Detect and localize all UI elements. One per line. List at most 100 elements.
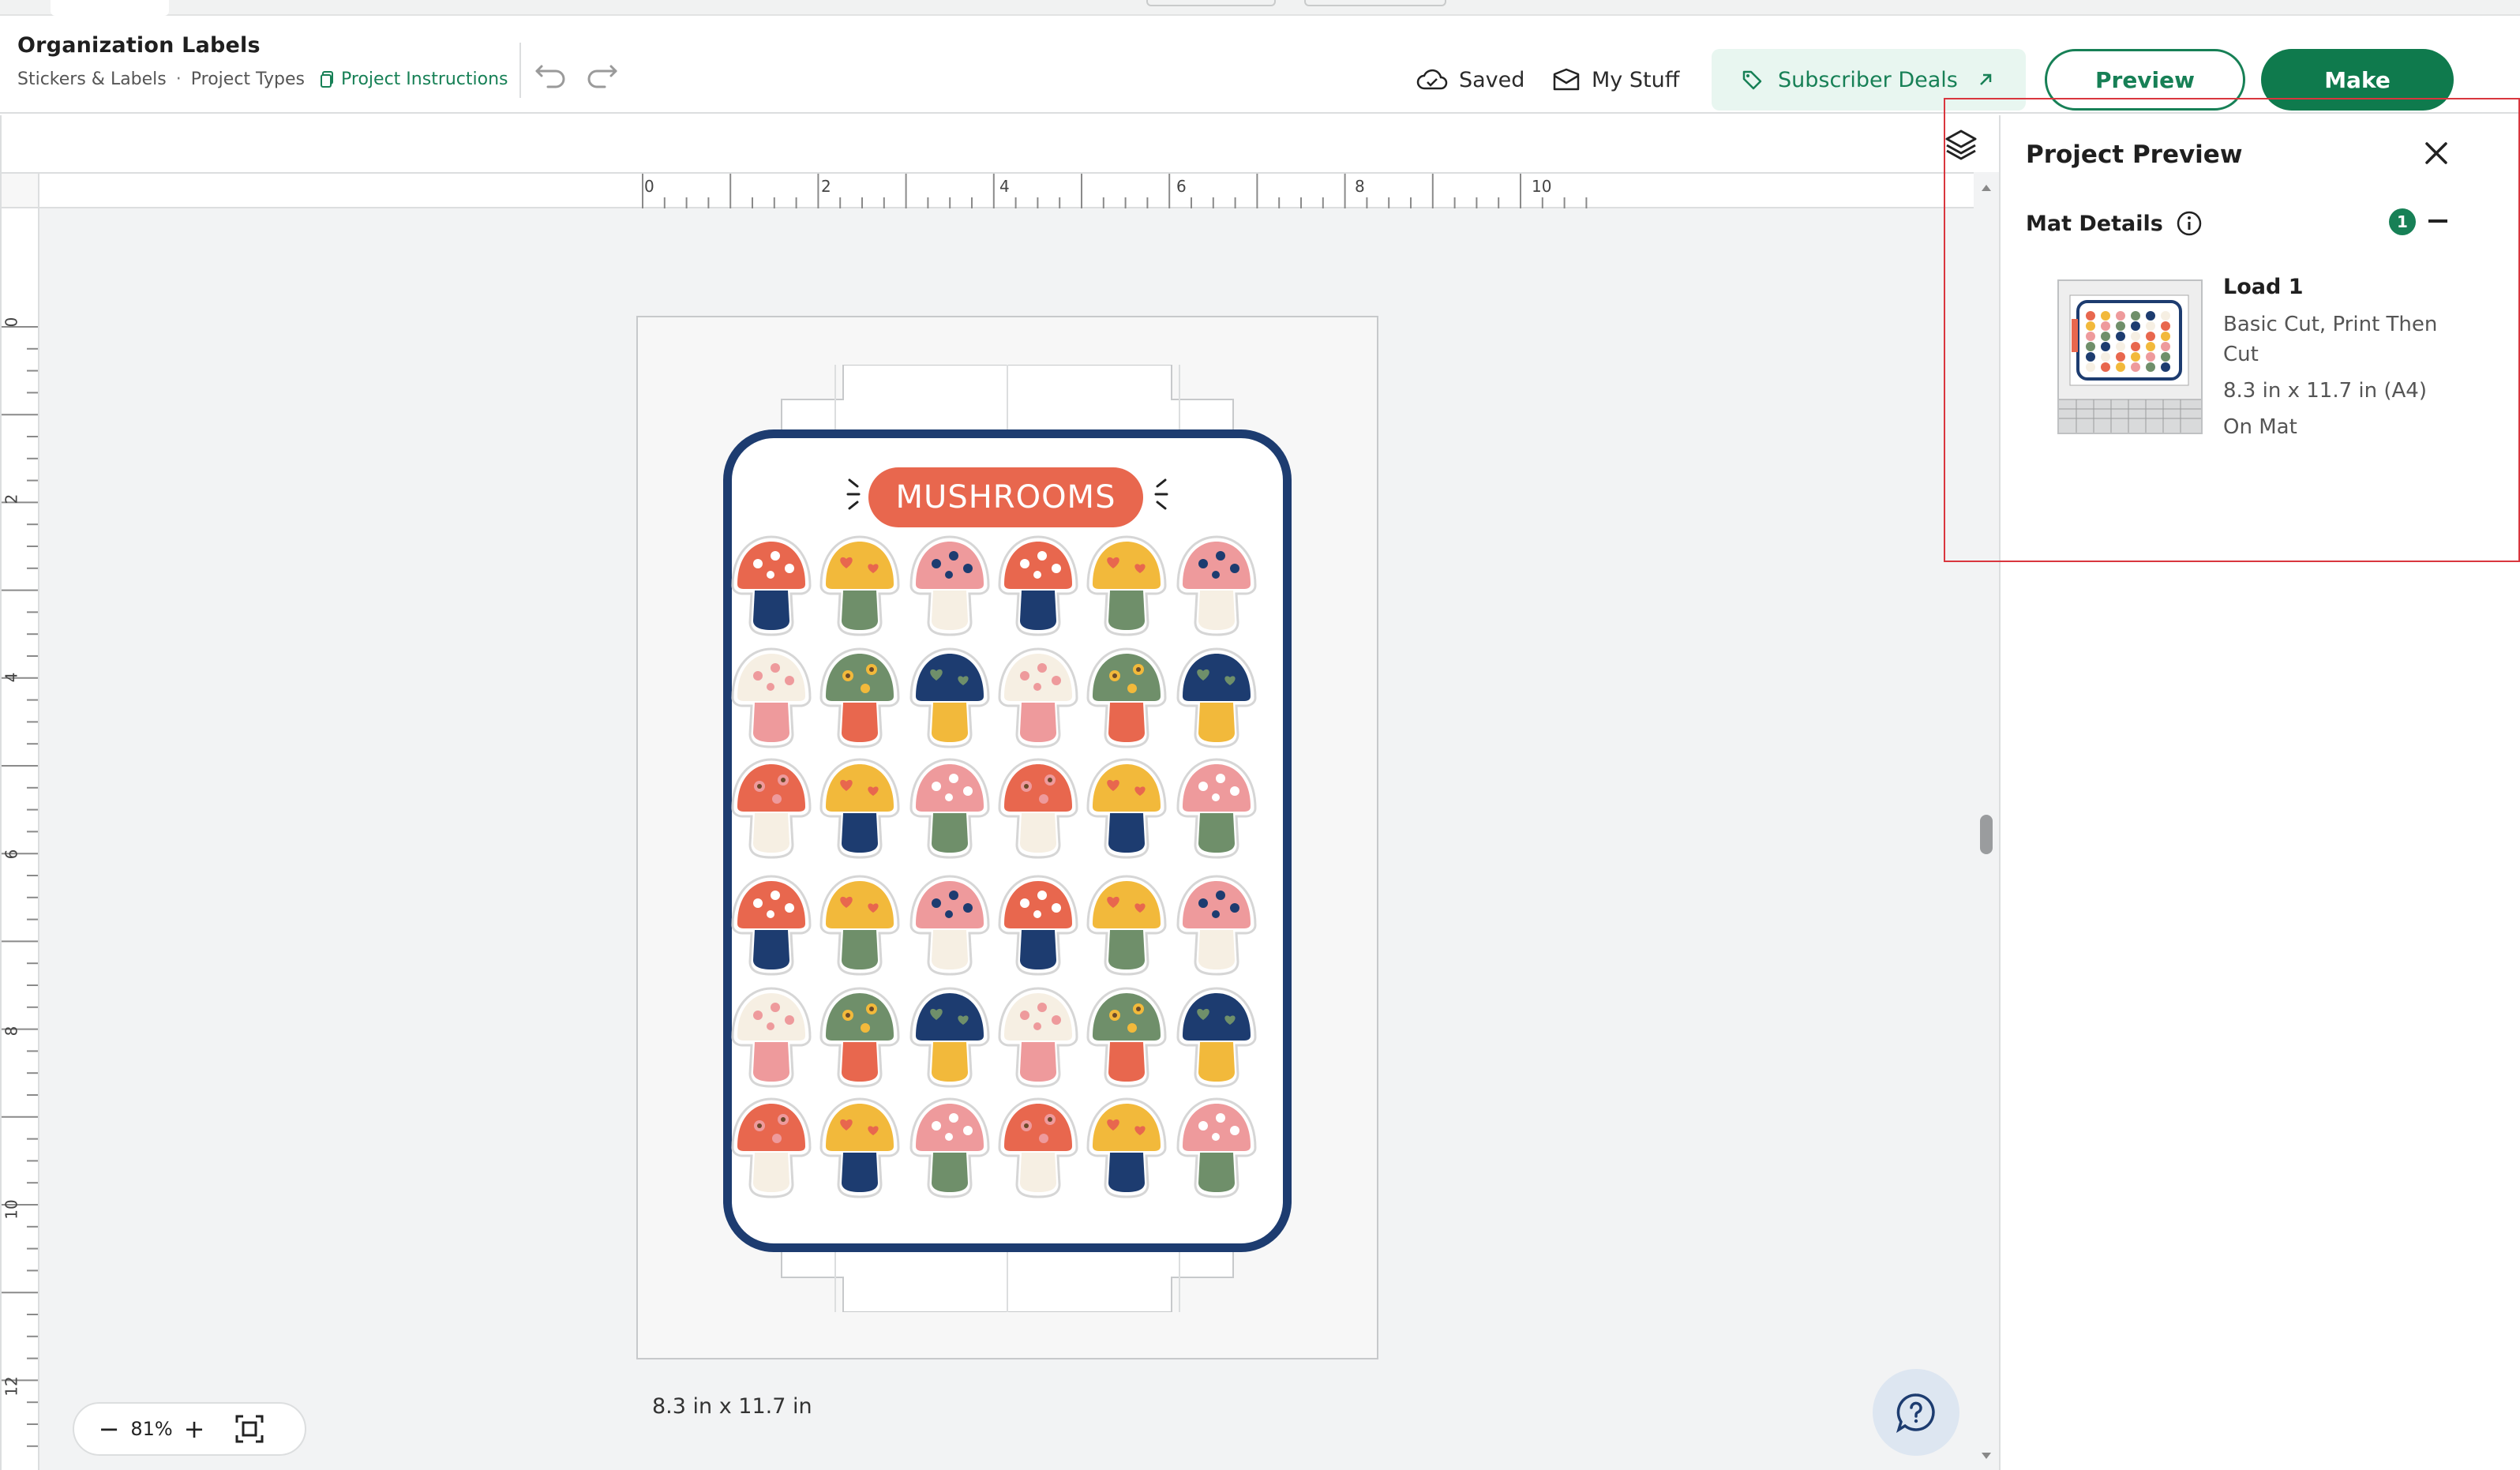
mushroom-sticker[interactable]: [906, 534, 993, 638]
active-tab-edge: [51, 0, 169, 16]
info-icon[interactable]: [2176, 210, 2203, 237]
saved-label: Saved: [1459, 67, 1525, 92]
project-instructions-link[interactable]: Project Instructions: [321, 69, 508, 89]
canvas-scrollbar[interactable]: [1974, 172, 1999, 1470]
mushroom-sticker[interactable]: [816, 646, 903, 750]
mushroom-sticker[interactable]: [995, 1096, 1082, 1200]
mushroom-sticker[interactable]: [816, 534, 903, 638]
project-title[interactable]: Organization Labels: [17, 33, 261, 58]
mushroom-sticker[interactable]: [1173, 985, 1260, 1089]
help-button[interactable]: [1873, 1369, 1959, 1456]
mushroom-sticker[interactable]: [1083, 1096, 1170, 1200]
undo-icon[interactable]: [534, 57, 568, 88]
ruler-label: 8: [1355, 177, 1365, 196]
mushroom-sticker[interactable]: [995, 646, 1082, 750]
mushroom-sticker[interactable]: [995, 873, 1082, 977]
mushroom-sticker[interactable]: [906, 985, 993, 1089]
load-location: On Mat: [2223, 415, 2297, 439]
sparkle-lines-left: [846, 478, 861, 510]
mushroom-sticker[interactable]: [1083, 534, 1170, 638]
breadcrumb-item[interactable]: Stickers & Labels: [17, 69, 167, 89]
external-arrow-icon: [1979, 73, 1992, 85]
cloud-check-icon: [1416, 69, 1448, 90]
help-chat-icon: [1896, 1393, 1935, 1433]
mushroom-sticker[interactable]: [906, 873, 993, 977]
mushroom-sticker[interactable]: [995, 756, 1082, 861]
mat-thumbnail[interactable]: [2057, 279, 2203, 434]
mushroom-sticker[interactable]: [816, 756, 903, 861]
mushroom-sticker[interactable]: [728, 646, 815, 750]
zoom-in-button[interactable]: +: [175, 1410, 213, 1448]
project-instructions-label: Project Instructions: [341, 69, 508, 89]
ruler-label: 2: [821, 177, 831, 196]
zoom-out-button[interactable]: −: [90, 1410, 128, 1448]
subscriber-deals-button[interactable]: Subscriber Deals: [1712, 49, 2026, 111]
app-header: Organization Labels Stickers & Labels · …: [0, 16, 2520, 114]
mushroom-sticker[interactable]: [816, 985, 903, 1089]
zoom-control: − 81% +: [73, 1402, 306, 1456]
scroll-thumb[interactable]: [1980, 815, 1993, 854]
mushroom-sticker[interactable]: [728, 873, 815, 977]
scroll-down-arrow[interactable]: [1978, 1448, 1994, 1464]
mushroom-sticker[interactable]: [1173, 756, 1260, 861]
minus-icon[interactable]: [2428, 219, 2447, 223]
mushroom-sticker[interactable]: [1083, 646, 1170, 750]
load-title: Load 1: [2223, 275, 2304, 299]
mushroom-sticker[interactable]: [1173, 646, 1260, 750]
mat-preview-image: [2059, 281, 2201, 433]
preview-button[interactable]: Preview: [2045, 49, 2245, 111]
strip-control: [1304, 0, 1446, 6]
load-size: 8.3 in x 11.7 in (A4): [2223, 379, 2427, 403]
tag-icon: [1742, 70, 1762, 90]
sheet-title[interactable]: MUSHROOMS: [868, 467, 1143, 527]
saved-status[interactable]: Saved: [1416, 65, 1524, 95]
layers-icon[interactable]: [1941, 125, 1982, 166]
ruler-label: 2: [2, 493, 21, 504]
mushroom-sticker[interactable]: [906, 1096, 993, 1200]
horizontal-ruler: 0 2 4 6 8 10: [39, 172, 1975, 208]
my-stuff-button[interactable]: My Stuff: [1552, 65, 1679, 95]
mushroom-sticker[interactable]: [728, 534, 815, 638]
ruler-label: 4: [999, 177, 1010, 196]
mushroom-sticker[interactable]: [1173, 1096, 1260, 1200]
ruler-label: 12: [2, 1376, 21, 1397]
subscriber-deals-label: Subscriber Deals: [1778, 67, 1958, 92]
mushroom-sticker[interactable]: [995, 985, 1082, 1089]
mushroom-sticker[interactable]: [1083, 873, 1170, 977]
mat-size-label: 8.3 in x 11.7 in: [652, 1394, 812, 1419]
mushroom-sticker[interactable]: [728, 985, 815, 1089]
redo-icon[interactable]: [584, 57, 619, 88]
mat-count-badge: 1: [2389, 208, 2416, 235]
mushroom-sticker[interactable]: [816, 873, 903, 977]
make-button[interactable]: Make: [2261, 49, 2454, 111]
mushroom-sticker[interactable]: [995, 534, 1082, 638]
document-icon: [321, 70, 334, 88]
ruler-label: 10: [2, 1199, 21, 1220]
my-stuff-label: My Stuff: [1592, 67, 1680, 92]
ruler-corner: [2, 172, 39, 208]
inbox-icon: [1553, 68, 1580, 91]
mushroom-sticker[interactable]: [1173, 873, 1260, 977]
mushroom-sticker[interactable]: [728, 1096, 815, 1200]
strip-control: [1146, 0, 1276, 6]
vertical-ruler-ticks: [2, 326, 38, 1447]
mushroom-sticker[interactable]: [906, 646, 993, 750]
header-divider: [519, 43, 521, 98]
ruler-label: 0: [644, 177, 654, 196]
mushroom-sticker[interactable]: [906, 756, 993, 861]
scroll-up-arrow[interactable]: [1978, 180, 1994, 196]
breadcrumb: Stickers & Labels · Project Types Projec…: [17, 69, 508, 89]
mat-details-label: Mat Details: [2026, 211, 2163, 236]
close-icon[interactable]: [2421, 137, 2452, 169]
mushroom-sticker[interactable]: [1083, 985, 1170, 1089]
mushroom-sticker[interactable]: [816, 1096, 903, 1200]
vertical-ruler: 0 2 4 6 8 10 12: [2, 208, 39, 1470]
fit-screen-icon[interactable]: [234, 1413, 265, 1445]
ruler-label: 6: [2, 849, 21, 860]
mushroom-sticker[interactable]: [1083, 756, 1170, 861]
mat-details-header[interactable]: Mat Details: [2026, 210, 2203, 237]
mushroom-sticker[interactable]: [1173, 534, 1260, 638]
load-type-continued: Cut: [2223, 343, 2259, 366]
breadcrumb-item[interactable]: Project Types: [191, 69, 305, 89]
mushroom-sticker[interactable]: [728, 756, 815, 861]
